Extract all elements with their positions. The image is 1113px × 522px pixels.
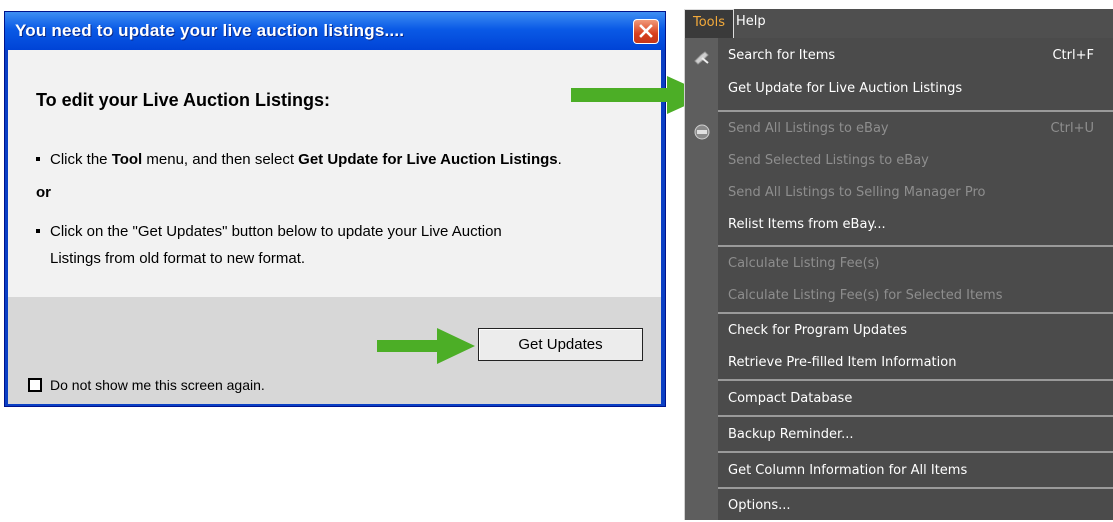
menu-item-label: Check for Program Updates [728,323,907,338]
tools-dropdown: Search for Items Ctrl+F Get Update for L… [684,38,1113,520]
instruction-text: menu, and then select [142,151,299,168]
menu-item-send-all[interactable]: Send All Listings to eBay Ctrl+U [718,115,1113,145]
tools-menu[interactable]: Tools [684,9,735,38]
menu-item-relist[interactable]: Relist Items from eBay... [718,211,1113,241]
menu-item-options[interactable]: Options... [718,492,1113,522]
send-listings-icon [694,124,710,140]
update-dialog: You need to update your live auction lis… [4,11,666,407]
instruction-line-1: Click the Tool menu, and then select Get… [36,151,562,168]
menu-item-get-update[interactable]: Get Update for Live Auction Listings [718,75,1113,105]
menu-item-calc-fee[interactable]: Calculate Listing Fee(s) [718,250,1113,280]
menu-item-label: Compact Database [728,391,853,406]
menu-item-label: Send All Listings to Selling Manager Pro [728,185,986,200]
menu-separator [718,415,1113,417]
menu-item-search[interactable]: Search for Items Ctrl+F [718,42,1113,72]
menu-item-label: Calculate Listing Fee(s) for Selected It… [728,288,1003,303]
get-updates-button[interactable]: Get Updates [478,328,643,361]
menu-item-label: Relist Items from eBay... [728,217,886,232]
menu-item-send-selected[interactable]: Send Selected Listings to eBay [718,147,1113,177]
tool-menu-ref: Tool [111,151,143,168]
menu-item-label: Send Selected Listings to eBay [728,153,929,168]
dont-show-checkbox[interactable] [28,378,42,392]
menu-item-label: Retrieve Pre-filled Item Information [728,355,957,370]
menu-separator [718,487,1113,489]
menu-item-label: Backup Reminder... [728,427,854,442]
menu-separator [718,245,1113,247]
menu-bar: Tools Help [684,9,1113,38]
instruction-text: Click the [50,151,112,168]
arrow-icon [377,328,475,364]
menu-item-ref: Get Update for Live Auction Listings [298,151,558,168]
menu-item-check-updates[interactable]: Check for Program Updates [718,317,1113,347]
menu-separator [718,451,1113,453]
close-button[interactable] [633,19,659,44]
menu-separator [718,379,1113,381]
menu-item-compact-db[interactable]: Compact Database [718,385,1113,415]
menu-item-label: Send All Listings to eBay [728,121,889,136]
menu-item-label: Get Column Information for All Items [728,463,968,478]
or-separator: or [36,184,51,201]
menu-separator [718,110,1113,112]
menu-item-column-info[interactable]: Get Column Information for All Items [718,457,1113,487]
dialog-title-bar[interactable]: You need to update your live auction lis… [5,12,665,50]
menu-item-shortcut: Ctrl+U [1050,121,1094,136]
menu-item-retrieve-prefilled[interactable]: Retrieve Pre-filled Item Information [718,349,1113,379]
bullet-icon [36,228,40,233]
menu-item-label: Calculate Listing Fee(s) [728,256,880,271]
instruction-line-2b: Listings from old format to new format. [50,250,306,267]
menu-separator [718,312,1113,314]
dialog-body: To edit your Live Auction Listings: Clic… [8,50,661,404]
instruction-line-2: Click on the "Get Updates" button below … [36,223,502,240]
menu-item-send-smp[interactable]: Send All Listings to Selling Manager Pro [718,179,1113,209]
close-icon [639,24,653,38]
menu-item-label: Get Update for Live Auction Listings [728,81,963,96]
menu-icon-gutter [685,38,718,520]
bullet-icon [36,156,40,161]
menu-item-label: Options... [728,498,791,513]
menu-item-calc-fee-selected[interactable]: Calculate Listing Fee(s) for Selected It… [718,282,1113,312]
dialog-footer: Get Updates Do not show me this screen a… [8,297,661,404]
help-menu[interactable]: Help [728,9,774,38]
instruction-text: Click on the "Get Updates" button below … [50,223,502,240]
instruction-text: . [557,151,562,168]
menu-item-shortcut: Ctrl+F [1052,48,1094,63]
menu-item-label: Search for Items [728,48,836,63]
search-items-icon [694,51,709,65]
dialog-heading: To edit your Live Auction Listings: [36,90,331,110]
menu-item-backup[interactable]: Backup Reminder... [718,421,1113,451]
dont-show-label: Do not show me this screen again. [50,377,265,393]
dialog-title: You need to update your live auction lis… [15,21,405,40]
